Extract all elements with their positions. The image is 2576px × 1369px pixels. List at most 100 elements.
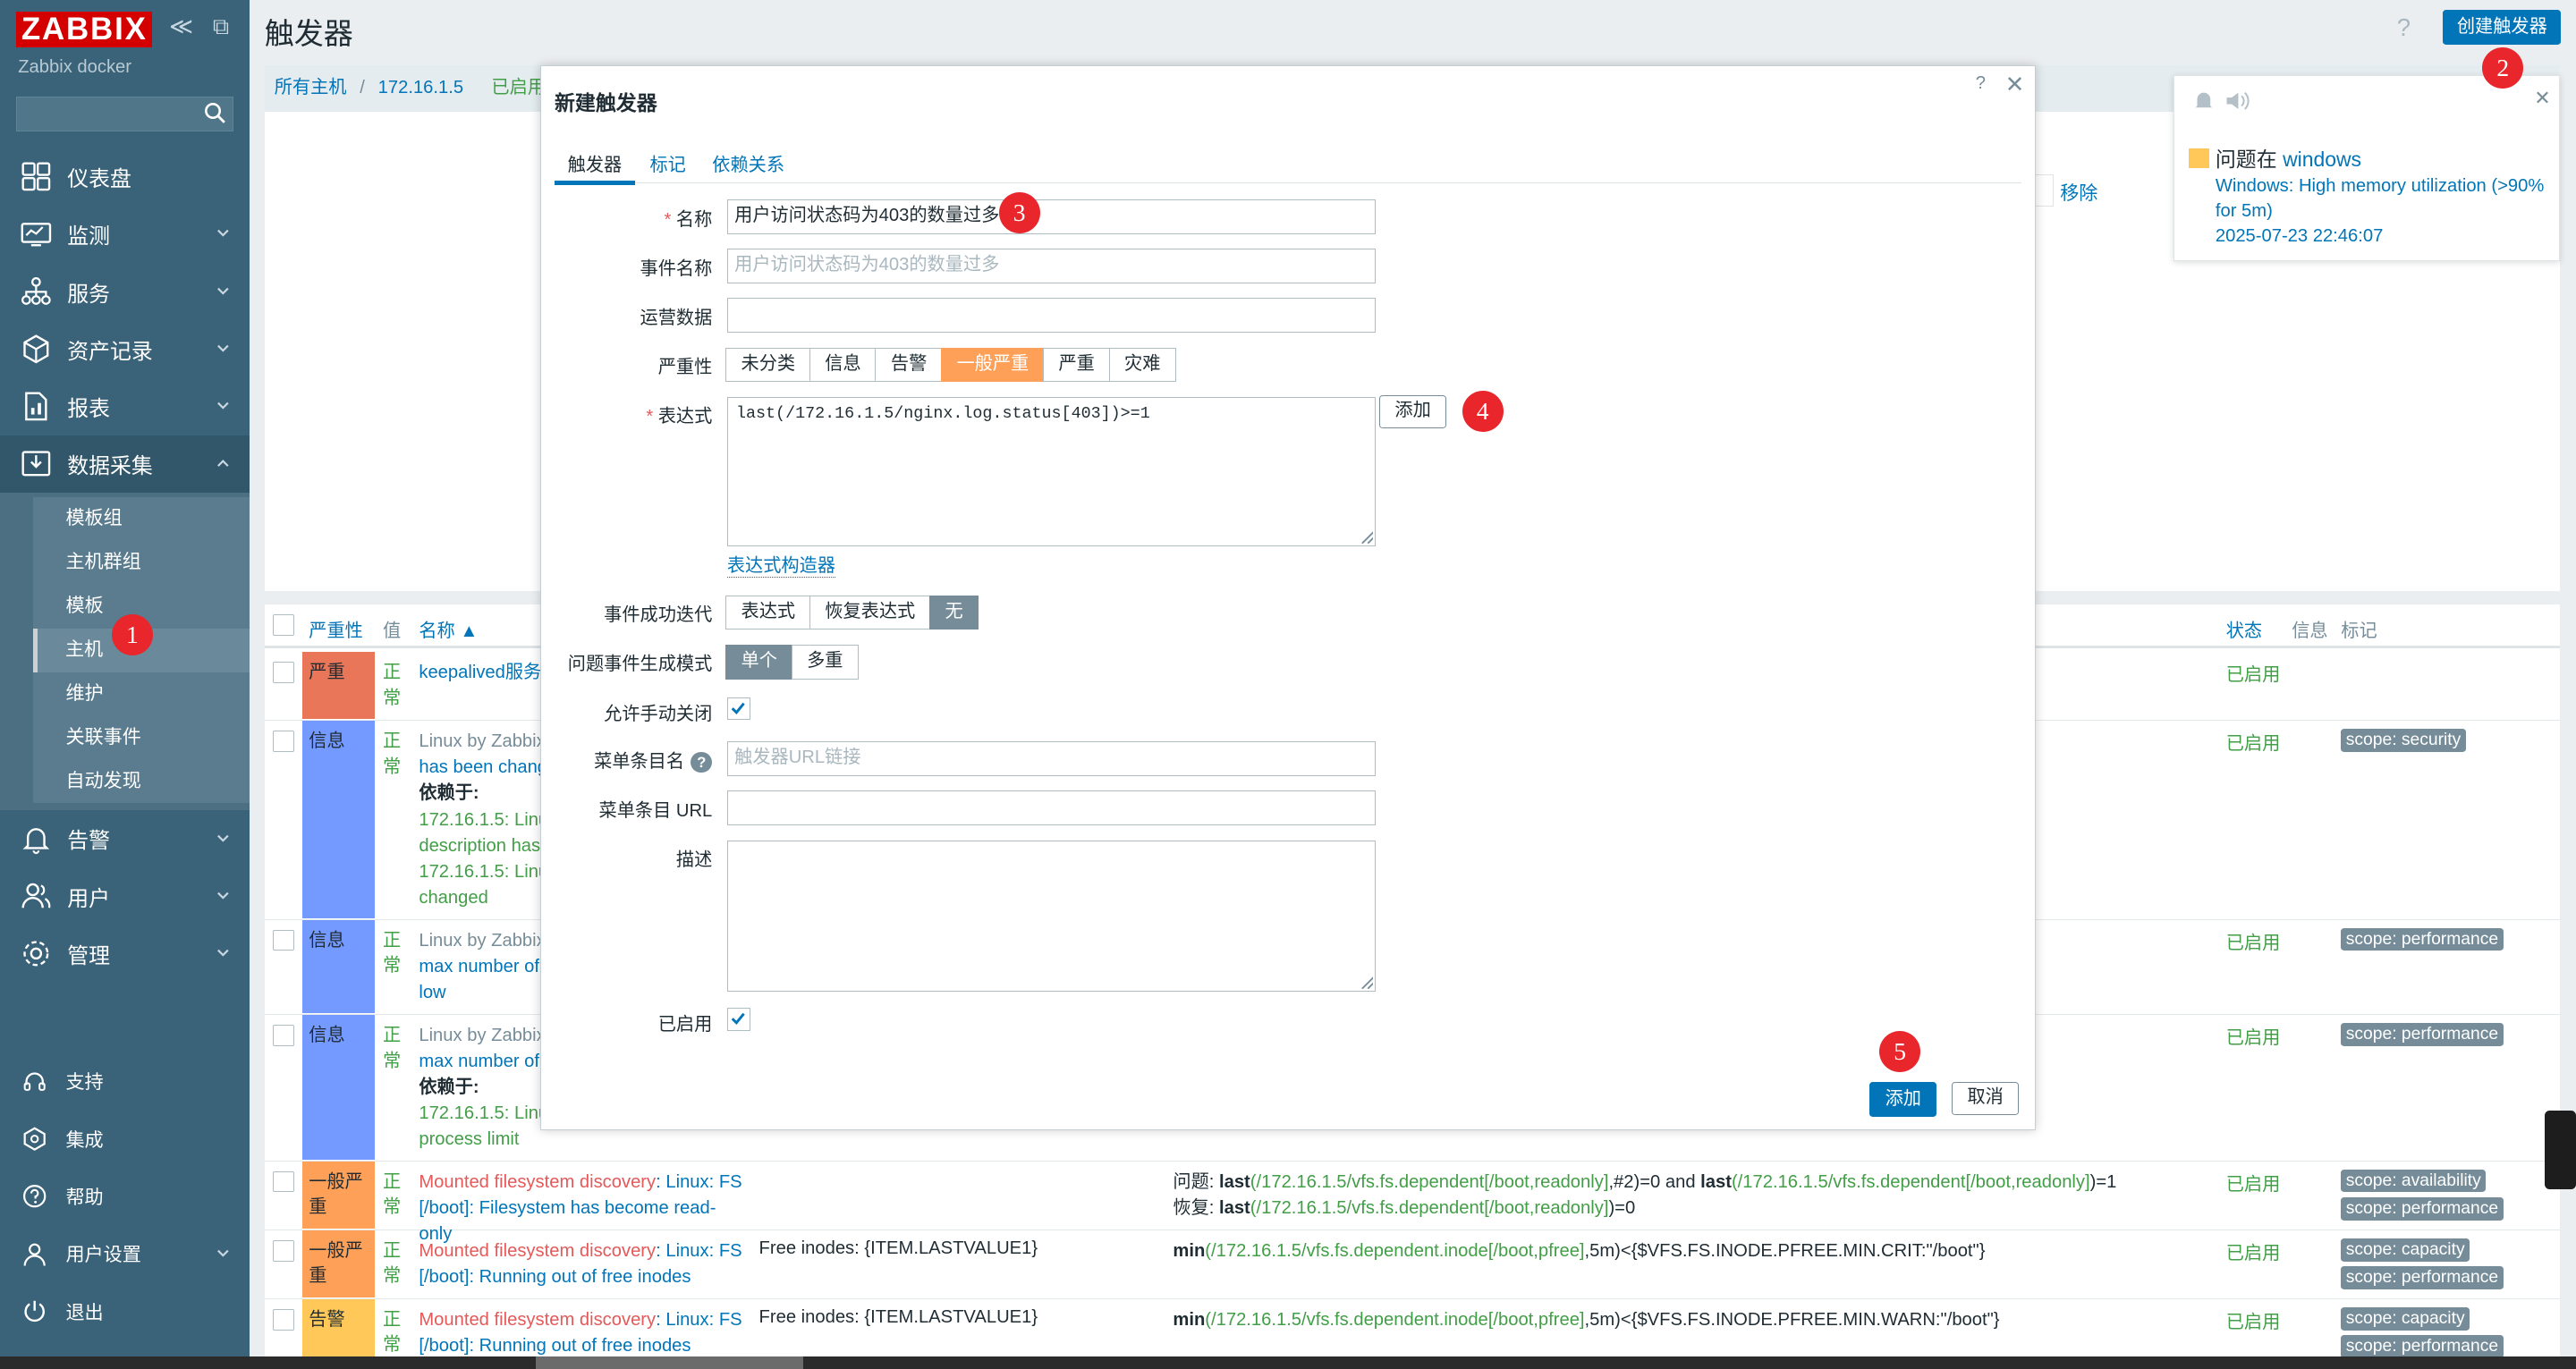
opdata-input[interactable]	[726, 298, 1377, 333]
tag-badge[interactable]: scope: performance	[2341, 1196, 2504, 1221]
subnav-discovery[interactable]: 自动发现	[32, 759, 250, 804]
name-input[interactable]: 用户访问状态码为403的数量过多	[726, 199, 1377, 234]
problem-mode-multiple[interactable]: 多重	[791, 644, 859, 680]
bell-icon[interactable]	[2192, 89, 2258, 113]
sidebar-search-input[interactable]	[16, 97, 233, 131]
severity-information[interactable]: 信息	[809, 347, 877, 383]
nav-dashboard[interactable]: 仪表盘	[0, 148, 250, 205]
nav-administration[interactable]: 管理	[0, 925, 250, 982]
nav-user-settings[interactable]: 用户设置	[0, 1225, 250, 1282]
problem-mode-single[interactable]: 单个	[724, 644, 793, 680]
severity-not-classified[interactable]: 未分类	[724, 347, 811, 383]
recovery-none[interactable]: 无	[928, 595, 979, 630]
item-link[interactable]: (/172.16.1.5/vfs.fs.dependent.inode[/boo…	[1205, 1310, 1584, 1330]
expression-textarea[interactable]: last(/172.16.1.5/nginx.log.status[403])>…	[726, 396, 1377, 546]
tag-badge[interactable]: scope: performance	[2341, 1023, 2504, 1046]
dialog-help-icon[interactable]: ?	[1976, 73, 1986, 94]
resize-handle-icon[interactable]	[1360, 530, 1374, 544]
nav-sign-out[interactable]: 退出	[0, 1282, 250, 1339]
side-widget[interactable]	[2545, 1110, 2576, 1189]
dependency-link[interactable]: process limit	[419, 1127, 747, 1153]
close-icon[interactable]: ✕	[2005, 72, 2025, 98]
tag-badge[interactable]: scope: security	[2341, 729, 2466, 753]
column-status[interactable]: 状态	[2226, 616, 2262, 642]
horizontal-scrollbar[interactable]	[0, 1356, 2576, 1369]
close-icon[interactable]: ✕	[2534, 87, 2550, 110]
status-toggle[interactable]: 已启用	[2226, 729, 2281, 755]
item-link[interactable]: (/172.16.1.5/vfs.fs.dependent[/boot,read…	[1732, 1172, 2090, 1192]
nav-integrations[interactable]: 集成	[0, 1111, 250, 1168]
item-link[interactable]: (/172.16.1.5/vfs.fs.dependent[/boot,read…	[1250, 1172, 1609, 1192]
tag-badge[interactable]: scope: availability	[2341, 1169, 2487, 1193]
breadcrumb-host[interactable]: 172.16.1.5	[378, 78, 463, 97]
nav-services[interactable]: 服务	[0, 263, 250, 320]
notification-time[interactable]: 2025-07-23 22:46:07	[2216, 226, 2383, 247]
nav-support[interactable]: 支持	[0, 1052, 250, 1110]
row-checkbox[interactable]	[272, 1025, 294, 1046]
url-input[interactable]	[726, 790, 1377, 825]
nav-reports[interactable]: 报表	[0, 377, 250, 435]
nav-inventory[interactable]: 资产记录	[0, 320, 250, 377]
tab-tags[interactable]: 标记	[649, 150, 685, 176]
subnav-event-correlation[interactable]: 关联事件	[32, 715, 250, 760]
nav-alerts[interactable]: 告警	[0, 810, 250, 867]
url-name-input[interactable]: 触发器URL链接	[726, 741, 1377, 776]
row-checkbox[interactable]	[272, 662, 294, 684]
column-severity[interactable]: 严重性	[309, 616, 363, 642]
breadcrumb-all-hosts[interactable]: 所有主机	[275, 78, 347, 97]
trigger-name-link[interactable]: [/boot]: Running out of free inodes	[419, 1264, 747, 1290]
scrollbar-thumb[interactable]	[535, 1356, 804, 1369]
subnav-maintenance[interactable]: 维护	[32, 672, 250, 716]
discovery-rule-link[interactable]: Mounted filesystem discovery	[419, 1310, 656, 1330]
status-toggle[interactable]: 已启用	[2226, 1170, 2281, 1196]
subnav-host-groups[interactable]: 主机群组	[32, 541, 250, 586]
enabled-checkbox[interactable]	[726, 1007, 750, 1031]
cancel-button[interactable]: 取消	[1951, 1082, 2020, 1116]
row-checkbox[interactable]	[272, 1170, 294, 1193]
row-checkbox[interactable]	[272, 929, 294, 951]
tag-badge[interactable]: scope: capacity	[2341, 1238, 2470, 1262]
nav-monitoring[interactable]: 监测	[0, 206, 250, 263]
status-toggle[interactable]: 已启用	[2226, 928, 2281, 954]
severity-warning[interactable]: 告警	[875, 347, 943, 383]
row-checkbox[interactable]	[272, 731, 294, 753]
expression-constructor-link[interactable]: 表达式构造器	[726, 551, 835, 579]
trigger-name-link[interactable]: : Linux: FS	[656, 1172, 742, 1192]
severity-high[interactable]: 严重	[1042, 347, 1111, 383]
nav-data-collection[interactable]: 数据采集	[0, 435, 250, 493]
filter-field[interactable]	[2035, 173, 2054, 207]
sidebar-collapse-icon[interactable]: ≪ ⧉	[169, 13, 235, 41]
row-checkbox[interactable]	[272, 1308, 294, 1331]
notification-message-link[interactable]: Windows: High memory utilization (>90% f…	[2216, 173, 2553, 224]
severity-average[interactable]: 一般严重	[940, 347, 1045, 383]
status-toggle[interactable]: 已启用	[2226, 1238, 2281, 1264]
discovery-rule-link[interactable]: Mounted filesystem discovery	[419, 1241, 656, 1261]
manual-close-checkbox[interactable]	[726, 697, 750, 721]
resize-handle-icon[interactable]	[1360, 976, 1374, 989]
tag-badge[interactable]: scope: performance	[2341, 1266, 2504, 1289]
tag-badge[interactable]: scope: performance	[2341, 1335, 2504, 1358]
tag-badge[interactable]: scope: capacity	[2341, 1306, 2470, 1331]
description-textarea[interactable]	[726, 840, 1377, 992]
zabbix-logo[interactable]: ZABBIX	[16, 11, 153, 48]
event-name-input[interactable]: 用户访问状态码为403的数量过多	[726, 249, 1377, 283]
add-expression-button[interactable]: 添加	[1378, 394, 1447, 428]
add-trigger-button[interactable]: 添加	[1869, 1082, 1937, 1117]
status-toggle[interactable]: 已启用	[2226, 660, 2281, 686]
tab-dependencies[interactable]: 依赖关系	[712, 150, 784, 176]
create-trigger-button[interactable]: 创建触发器	[2443, 10, 2562, 45]
severity-disaster[interactable]: 灾难	[1108, 347, 1176, 383]
search-icon[interactable]	[203, 101, 226, 124]
help-hint-icon[interactable]: ?	[691, 751, 713, 773]
nav-users[interactable]: 用户	[0, 867, 250, 925]
status-toggle[interactable]: 已启用	[2226, 1307, 2281, 1333]
remove-link[interactable]: 移除	[2060, 179, 2097, 206]
tag-badge[interactable]: scope: performance	[2341, 927, 2504, 951]
trigger-name-link[interactable]: [/boot]: Running out of free inodes	[419, 1333, 747, 1359]
row-checkbox[interactable]	[272, 1239, 294, 1262]
tab-trigger[interactable]: 触发器	[554, 150, 635, 185]
select-all-checkbox[interactable]	[272, 613, 294, 636]
status-toggle[interactable]: 已启用	[2226, 1023, 2281, 1049]
nav-help[interactable]: 帮助	[0, 1168, 250, 1225]
recovery-expression[interactable]: 表达式	[724, 595, 811, 630]
